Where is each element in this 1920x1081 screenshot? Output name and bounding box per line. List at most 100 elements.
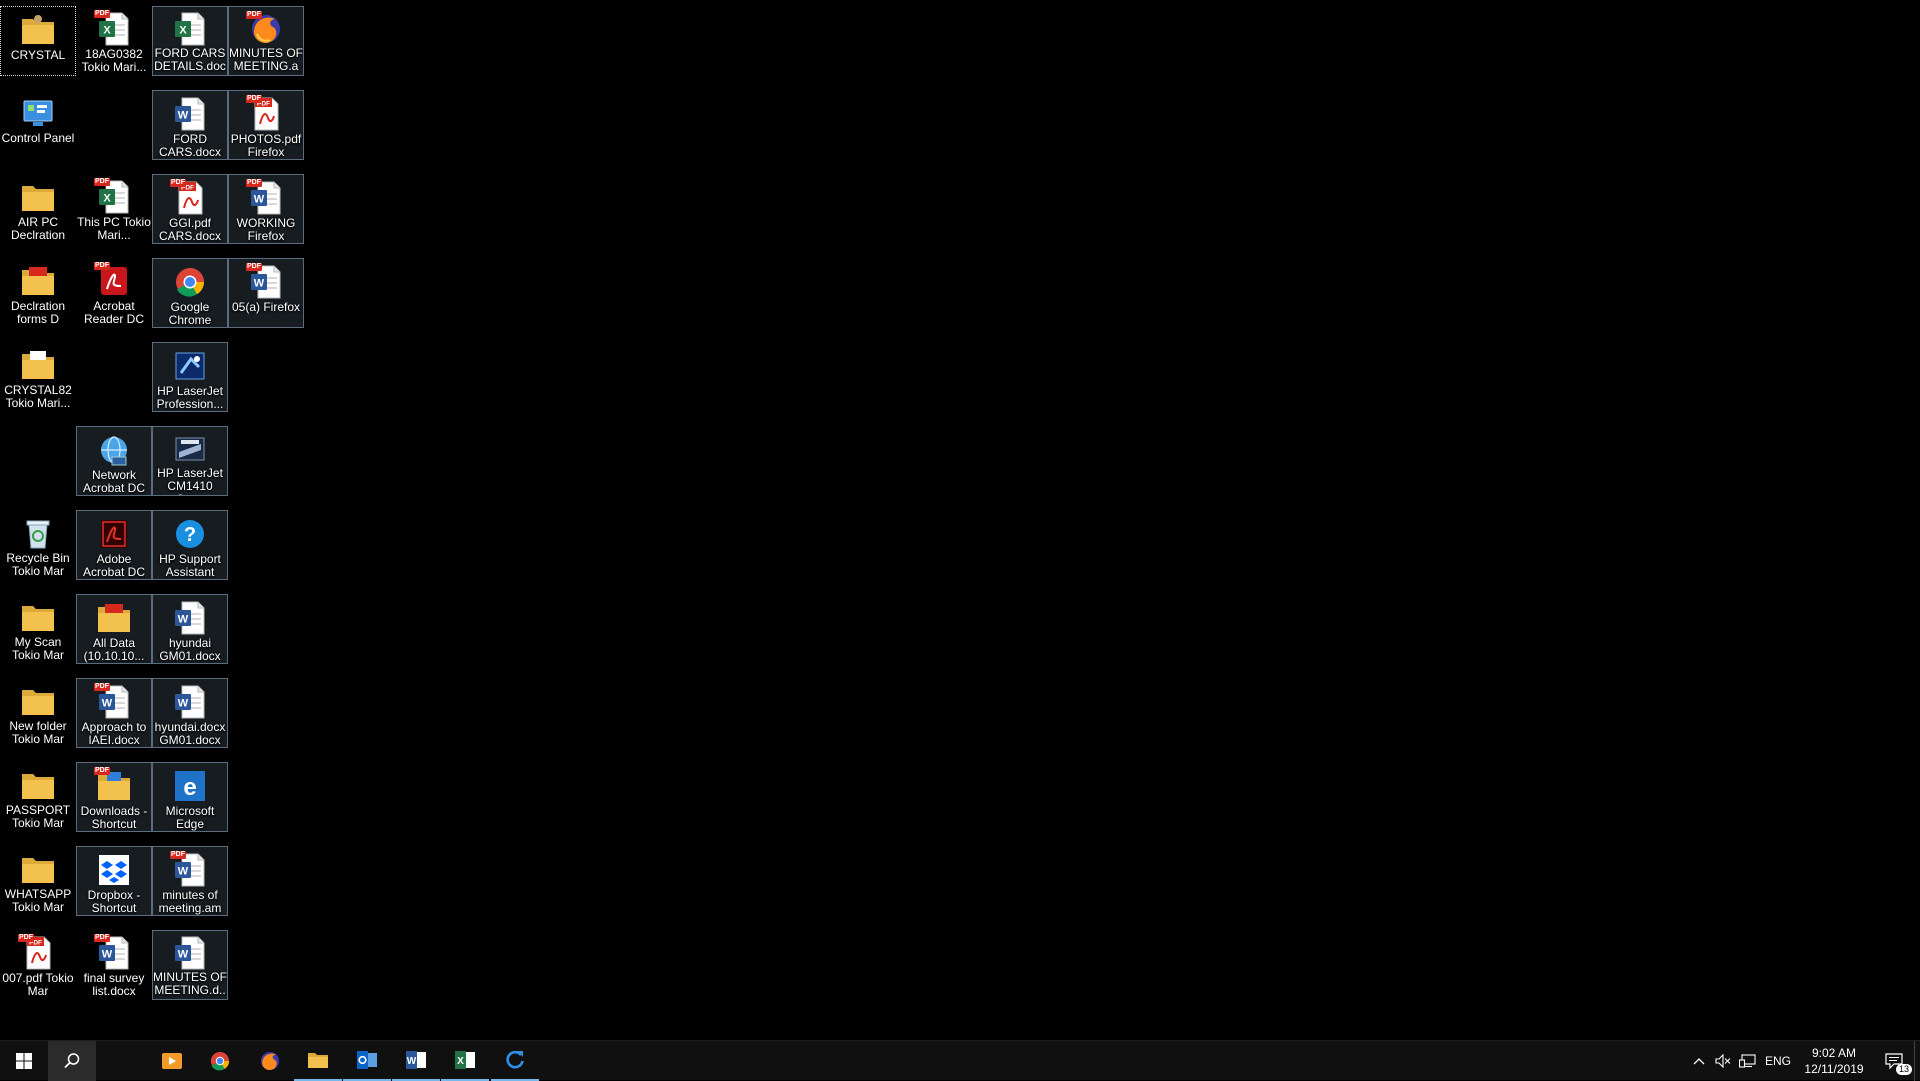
pdf-badge-icon: PDF [94,683,110,691]
desktop-icon-label: This PC Tokio Mari... [77,216,151,242]
taskbar: W X ENG 9:02 AM 12/11/2019 13 [0,1040,1920,1081]
pdf-badge-icon: PDF [94,178,110,186]
pdf-badge-icon: PDF [246,263,262,271]
desktop-icon[interactable]: Control Panel [0,90,76,160]
svg-text:W: W [407,1056,417,1067]
desktop-icon[interactable]: PDF PDF PHOTOS.pdf Firefox [228,90,304,160]
desktop-icon-label: HP Support Assistant [159,553,221,579]
desktop-icon-label: Network Acrobat DC [82,469,146,495]
desktop-icon-label: Downloads - Shortcut [80,805,148,831]
desktop-icon[interactable]: PDF MINUTES OF MEETING.am [228,6,304,76]
desktop-icon-label: Dropbox - Shortcut [87,889,141,915]
pdf-file-icon: PDF PDF [170,179,210,217]
search-button[interactable] [48,1041,96,1081]
desktop-icon[interactable]: PDF PDF 007.pdf Tokio Mar [0,930,76,1000]
taskbar-app-word[interactable]: W [392,1041,440,1081]
volume-button[interactable] [1712,1041,1734,1081]
desktop-icon-label: Adobe Acrobat DC [82,553,146,579]
desktop-icon[interactable]: PASSPORT Tokio Mar [0,762,76,832]
desktop-icon-label: 05(a) Firefox [231,301,301,314]
svg-text:?: ? [184,524,196,546]
network-tray-icon [1739,1054,1756,1068]
desktop-icon[interactable]: HP LaserJet Profession... [152,342,228,412]
clock-time: 9:02 AM [1811,1046,1857,1060]
desktop-icon-label: PHOTOS.pdf Firefox [230,133,302,159]
pdf-badge-icon: PDF [246,11,262,19]
edge-icon: e [170,767,210,805]
desktop-icon[interactable]: Recycle Bin Tokio Mar [0,510,76,580]
pdf-badge-icon: PDF [94,934,110,942]
desktop-icon[interactable]: All Data (10.10.10... [76,594,152,664]
desktop-icon-label: hyundai GM01.docx [159,637,221,663]
acrobat-dc-icon [94,515,134,553]
desktop[interactable]: CRYSTAL X PDF 18AG0382 Tokio Mari... X FO… [0,0,1920,1040]
desktop-icon[interactable]: WHATSAPP Tokio Mar [0,846,76,916]
desktop-icon[interactable]: W hyundai.docx GM01.docx [152,678,228,748]
taskbar-app-firefox[interactable] [246,1041,294,1081]
desktop-icon[interactable]: W FORD CARS.docx [152,90,228,160]
desktop-icon[interactable]: W PDF final survey list.docx [76,930,152,1000]
desktop-icon-label: 18AG0382 Tokio Mari... [81,48,147,74]
svg-text:W: W [178,698,189,710]
desktop-icon-label: My Scan Tokio Mar [11,636,64,662]
desktop-icon[interactable]: e Microsoft Edge [152,762,228,832]
folder-icon [307,1050,329,1070]
desktop-icon-label: PASSPORT Tokio Mar [5,804,71,830]
desktop-icon[interactable]: HP LaserJet CM1410 Scan [152,426,228,496]
desktop-icon-label: Declration forms D [10,300,66,326]
desktop-icon-label: Recycle Bin Tokio Mar [6,552,70,578]
desktop-icon[interactable]: ? HP Support Assistant [152,510,228,580]
desktop-icon[interactable]: PDF Acrobat Reader DC [76,258,152,328]
desktop-icon[interactable]: Dropbox - Shortcut [76,846,152,916]
taskbar-app-refresh-app[interactable] [491,1041,539,1081]
network-icon [94,431,134,469]
svg-text:W: W [178,110,189,122]
desktop-icon[interactable]: W PDF 05(a) Firefox [228,258,304,328]
desktop-icon[interactable]: X PDF This PC Tokio Mari... [76,174,152,244]
desktop-icon-label: WHATSAPP Tokio Mar [4,888,72,914]
word-file-icon: W [170,599,210,637]
desktop-icon[interactable]: W hyundai GM01.docx [152,594,228,664]
tray-overflow-button[interactable] [1688,1041,1710,1081]
search-icon [64,1053,80,1069]
outlook-icon [356,1050,378,1070]
hp-scanner-icon [170,431,210,467]
desktop-icon[interactable]: CRYSTAL82 Tokio Mari... [0,342,76,412]
pdf-folder-icon [18,262,58,300]
network-button[interactable] [1736,1041,1760,1081]
start-button[interactable] [0,1041,48,1081]
desktop-icon[interactable]: W PDF WORKING Firefox [228,174,304,244]
taskbar-app-chrome[interactable] [196,1041,244,1081]
desktop-icon[interactable]: PDF PDF GGI.pdf CARS.docx [152,174,228,244]
desktop-icon[interactable]: My Scan Tokio Mar [0,594,76,664]
taskbar-app-outlook[interactable] [343,1041,391,1081]
desktop-icon[interactable]: AIR PC Declration [0,174,76,244]
desktop-icon[interactable]: CRYSTAL [0,6,76,76]
desktop-icon[interactable]: Adobe Acrobat DC [76,510,152,580]
desktop-icon[interactable]: W PDF minutes of meeting.am [152,846,228,916]
desktop-icon[interactable]: W MINUTES OF MEETING.d... [152,930,228,1000]
desktop-icon[interactable]: W PDF Approach to IAEI.docx [76,678,152,748]
recycle-bin-icon [18,514,58,552]
taskbar-app-media-player[interactable] [148,1041,196,1081]
excel-file-icon: X PDF [94,10,134,48]
taskbar-app-excel[interactable]: X [441,1041,489,1081]
taskbar-app-file-explorer[interactable] [294,1041,342,1081]
desktop-icon[interactable]: X PDF 18AG0382 Tokio Mari... [76,6,152,76]
desktop-icon[interactable]: Declration forms D [0,258,76,328]
acrobat-icon: PDF [94,262,134,300]
desktop-icon[interactable]: New folder Tokio Mar [0,678,76,748]
desktop-icon[interactable]: Google Chrome [152,258,228,328]
desktop-icon-label: AIR PC Declration [10,216,66,242]
svg-text:W: W [102,698,113,710]
word-file-icon: W [170,683,210,721]
show-desktop-button[interactable] [1914,1041,1920,1081]
desktop-icon[interactable]: Network Acrobat DC [76,426,152,496]
clock[interactable]: 9:02 AM 12/11/2019 [1790,1041,1878,1081]
folder-icon [18,682,58,720]
desktop-icon[interactable]: X FORD CARS DETAILS.docx [152,6,228,76]
desktop-icon[interactable]: PDF Downloads - Shortcut [76,762,152,832]
desktop-icon-label: New folder Tokio Mar [9,720,67,746]
action-center-button[interactable]: 13 [1874,1041,1914,1081]
pdf-badge-icon: PDF [246,179,262,187]
